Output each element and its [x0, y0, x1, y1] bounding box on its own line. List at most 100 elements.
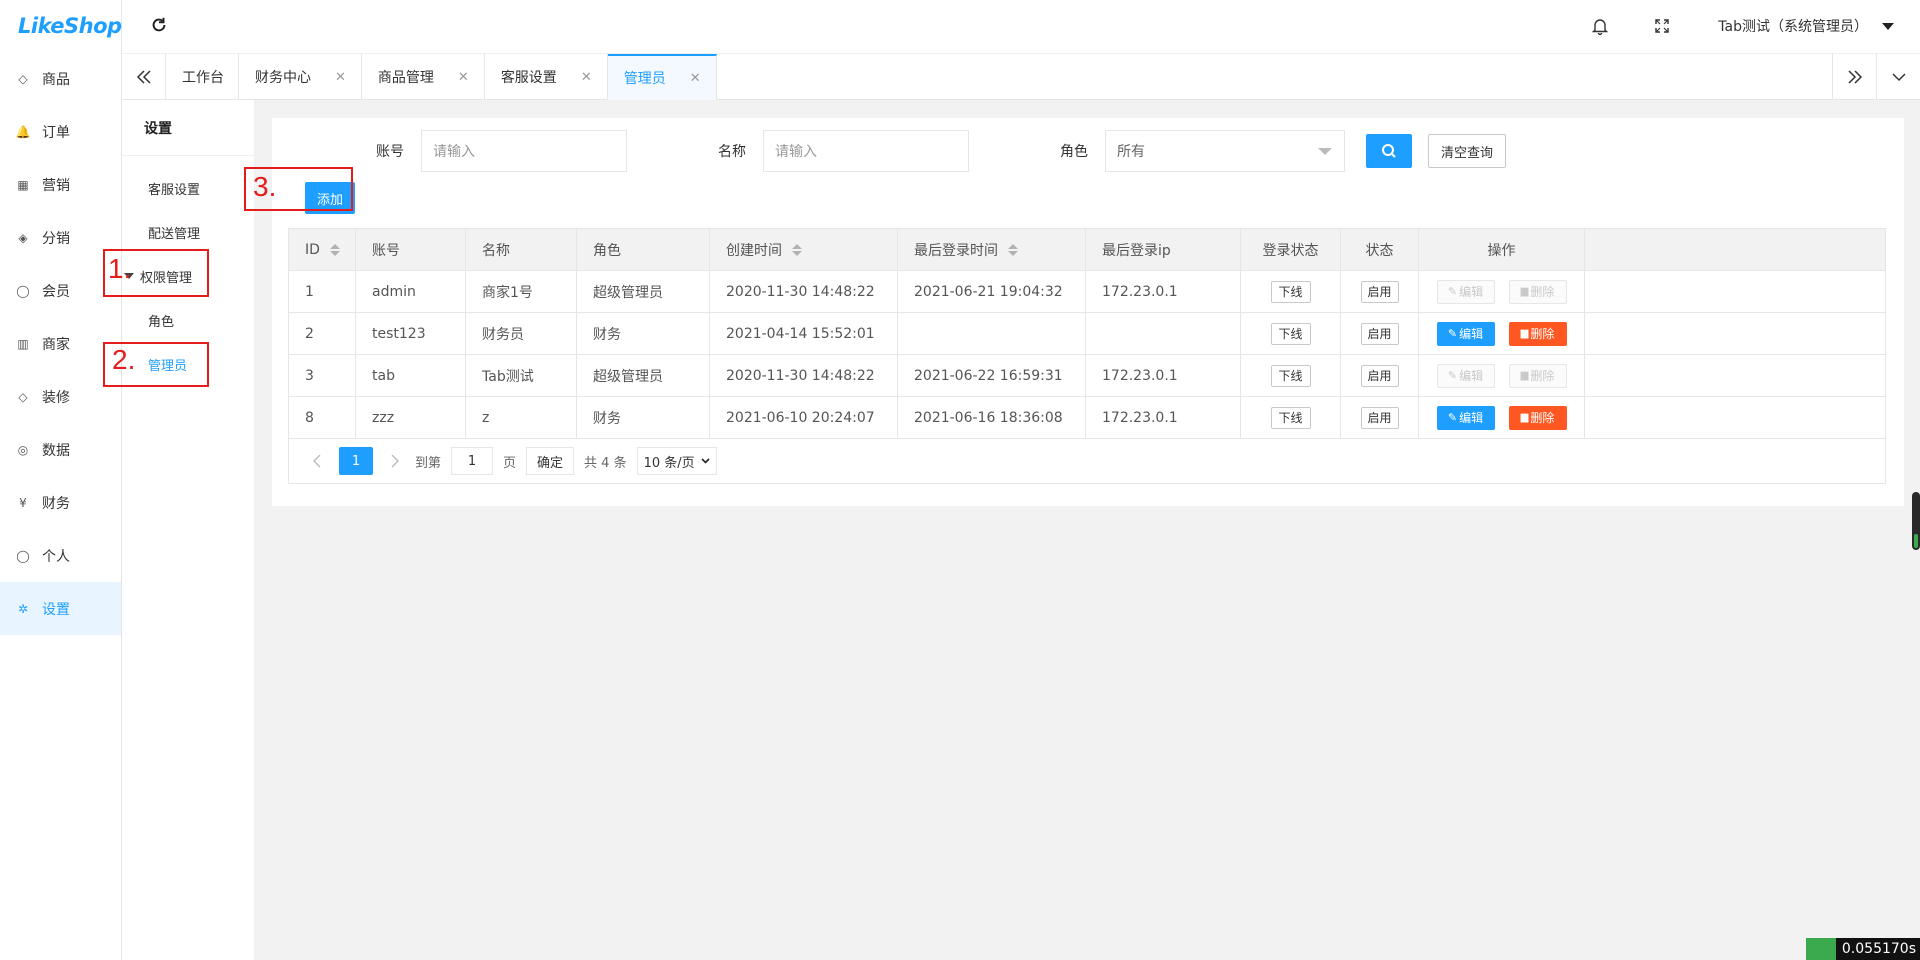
double-chevron-left-icon[interactable] [122, 54, 166, 100]
sidebar-item-label: 商家 [42, 336, 70, 353]
tab-2[interactable]: 商品管理 ✕ [362, 54, 485, 100]
search-button[interactable] [1366, 134, 1412, 168]
page-number-current[interactable]: 1 [339, 447, 373, 475]
logout-button[interactable]: 下线 [1270, 280, 1311, 303]
column-header[interactable]: 创建时间 [710, 229, 898, 270]
chevron-down-icon[interactable] [1876, 54, 1920, 100]
edit-button[interactable]: ✎ 编辑 [1436, 405, 1495, 430]
delete-label: 删除 [1530, 285, 1555, 299]
edit-label: 编辑 [1459, 327, 1484, 341]
fullscreen-icon[interactable] [1652, 16, 1672, 36]
delete-button[interactable]: ▆ 删除 [1508, 405, 1567, 430]
cell-created: 2021-04-14 15:52:01 [710, 313, 898, 354]
status-toggle-button[interactable]: 启用 [1360, 322, 1399, 345]
sidebar-item-label: 数据 [42, 442, 70, 459]
subnav-item-3[interactable]: 角色 [122, 298, 254, 342]
refresh-icon[interactable] [148, 14, 170, 36]
sidebar-item-1[interactable]: 🔔 订单 [0, 105, 121, 158]
cell-created: 2020-11-30 14:48:22 [710, 355, 898, 396]
timer-badge: 0.055170s [1805, 938, 1920, 960]
delete-button: ▆ 删除 [1508, 279, 1567, 304]
cell-login-status: 下线 [1241, 355, 1341, 396]
next-page-icon[interactable] [381, 447, 409, 475]
close-icon[interactable]: ✕ [581, 70, 592, 85]
scrollbar-thumb[interactable] [1912, 492, 1920, 550]
user-menu[interactable]: Tab测试（系统管理员） [1718, 16, 1894, 36]
cell-created: 2020-11-30 14:48:22 [710, 271, 898, 312]
logout-button[interactable]: 下线 [1270, 364, 1311, 387]
store-icon: ▥ [17, 336, 29, 351]
role-select[interactable]: 所有 [1105, 130, 1345, 172]
subnav-item-label: 角色 [148, 314, 175, 330]
pencil-icon: ✎ [1447, 369, 1458, 382]
sort-icon[interactable] [792, 243, 802, 256]
logout-button[interactable]: 下线 [1270, 406, 1311, 429]
pagination: 1 到第 1 页 确定 共 4 条 10 条/页 [289, 439, 1885, 483]
bell-icon: 🔔 [15, 124, 31, 139]
delete-button[interactable]: ▆ 删除 [1508, 321, 1567, 346]
sidebar-item-label: 个人 [42, 548, 70, 565]
double-chevron-right-icon[interactable] [1832, 54, 1876, 100]
subnav-item-1[interactable]: 配送管理 [122, 210, 254, 254]
prev-page-icon[interactable] [303, 447, 331, 475]
sidebar-item-9[interactable]: ◯ 个人 [0, 529, 121, 582]
column-header: 状态 [1341, 229, 1419, 270]
pencil-icon: ✎ [1447, 411, 1458, 424]
column-header: 名称 [466, 229, 577, 270]
cell-login-status: 下线 [1241, 397, 1341, 438]
status-toggle-button[interactable]: 启用 [1360, 406, 1399, 429]
sidebar-item-7[interactable]: ◎ 数据 [0, 423, 121, 476]
cell-last_login: 2021-06-21 19:04:32 [898, 271, 1086, 312]
admin-card: 账号 请输入 名称 请输入 角色 所有 清空查询 添加 ID 账号 名称 角色 创建时间… [272, 118, 1904, 506]
layers-icon: ◈ [18, 230, 28, 245]
top-bar: Tab测试（系统管理员） [122, 0, 1920, 54]
sidebar-item-10[interactable]: ✲ 设置 [0, 582, 121, 635]
tab-1[interactable]: 财务中心 ✕ [239, 54, 362, 100]
column-header-label: 角色 [593, 242, 621, 259]
name-filter: 名称 请输入 [718, 130, 969, 172]
sidebar-item-8[interactable]: ¥ 财务 [0, 476, 121, 529]
sort-icon[interactable] [1008, 243, 1018, 256]
cell-account: test123 [356, 313, 466, 354]
app-logo[interactable]: LikeShop [0, 0, 122, 52]
close-icon[interactable]: ✕ [458, 70, 469, 85]
notification-bell-icon[interactable] [1590, 16, 1610, 36]
status-toggle-button[interactable]: 启用 [1360, 280, 1399, 303]
column-header[interactable]: ID [289, 229, 356, 270]
table-row: 1 admin 商家1号 超级管理员 2020-11-30 14:48:22 2021-0… [289, 271, 1885, 313]
trash-icon: ▆ [1520, 370, 1529, 381]
cell-last_login: 2021-06-16 18:36:08 [898, 397, 1086, 438]
goto-confirm-button[interactable]: 确定 [526, 447, 575, 475]
edit-button[interactable]: ✎ 编辑 [1436, 321, 1495, 346]
column-header[interactable]: 最后登录时间 [898, 229, 1086, 270]
cell-last_login [898, 313, 1086, 354]
cell-name: Tab测试 [466, 355, 577, 396]
sidebar-item-2[interactable]: ▦ 营销 [0, 158, 121, 211]
user-name: Tab测试（系统管理员） [1718, 19, 1868, 35]
sort-icon[interactable] [329, 243, 340, 256]
clear-query-button[interactable]: 清空查询 [1428, 134, 1506, 168]
subnav-item-label: 配送管理 [148, 226, 201, 242]
sidebar-item-label: 装修 [42, 389, 70, 406]
sidebar-item-label: 订单 [42, 124, 70, 141]
sidebar-item-0[interactable]: ◇ 商品 [0, 52, 121, 105]
cell-last_login: 2021-06-22 16:59:31 [898, 355, 1086, 396]
status-toggle-button[interactable]: 启用 [1360, 364, 1399, 387]
logout-button[interactable]: 下线 [1270, 322, 1311, 345]
close-icon[interactable]: ✕ [690, 71, 701, 86]
name-input[interactable]: 请输入 [763, 130, 969, 172]
subnav-item-0[interactable]: 客服设置 [122, 166, 254, 210]
tab-3[interactable]: 客服设置 ✕ [485, 54, 608, 100]
tab-4[interactable]: 管理员 ✕ [607, 54, 717, 100]
tab-label: 工作台 [182, 70, 224, 86]
delete-label: 删除 [1530, 369, 1555, 383]
goto-page-input[interactable]: 1 [451, 447, 494, 475]
delete-label: 删除 [1530, 411, 1555, 425]
subnav-title: 设置 [122, 100, 254, 156]
close-icon[interactable]: ✕ [335, 70, 346, 85]
page-size-select[interactable]: 10 条/页 [636, 447, 717, 475]
column-header-label: ID [305, 241, 320, 258]
cell-login-status: 下线 [1241, 271, 1341, 312]
tab-0[interactable]: 工作台 [166, 54, 239, 100]
account-input[interactable]: 请输入 [421, 130, 627, 172]
